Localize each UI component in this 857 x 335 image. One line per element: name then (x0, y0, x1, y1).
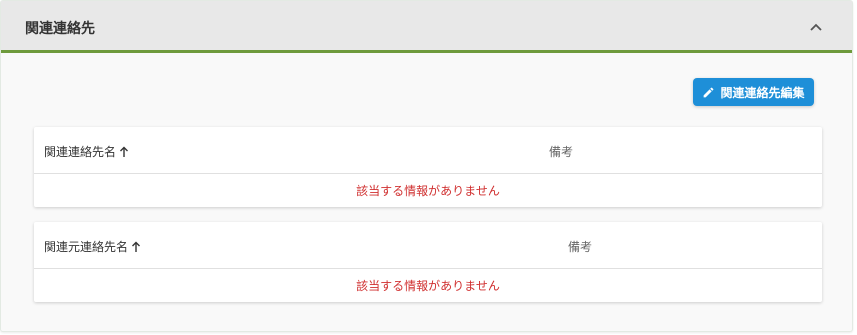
related-contacts-table: 関連連絡先名 備考 該当する情報がありません (34, 127, 822, 207)
chevron-up-icon (810, 23, 822, 31)
table-header: 関連連絡先名 備考 (34, 127, 822, 174)
arrow-up-icon (120, 146, 129, 157)
pencil-icon (704, 87, 714, 97)
arrow-up-icon (132, 241, 141, 252)
column-header-related-contact-name[interactable]: 関連連絡先名 (44, 143, 129, 160)
collapse-button[interactable] (803, 14, 829, 40)
panel-title: 関連連絡先 (25, 21, 95, 37)
related-contacts-panel: 関連連絡先 関連連絡先編集 関連連絡先名 備考 該当する情報がありません 関連元… (0, 0, 853, 332)
edit-button-label: 関連連絡先編集 (720, 85, 805, 100)
column-header-source-contact-name[interactable]: 関連元連絡先名 (44, 238, 141, 255)
table-header: 関連元連絡先名 備考 (34, 222, 822, 269)
source-contacts-table: 関連元連絡先名 備考 該当する情報がありません (34, 222, 822, 302)
column-header-notes[interactable]: 備考 (568, 238, 592, 255)
panel-header[interactable]: 関連連絡先 (1, 1, 852, 53)
column-label: 関連連絡先名 (44, 145, 117, 159)
empty-message: 該当する情報がありません (356, 183, 500, 198)
empty-message: 該当する情報がありません (356, 278, 500, 293)
column-label: 関連元連絡先名 (44, 240, 129, 254)
edit-related-contacts-button[interactable]: 関連連絡先編集 (693, 78, 814, 106)
column-header-notes[interactable]: 備考 (549, 143, 573, 160)
